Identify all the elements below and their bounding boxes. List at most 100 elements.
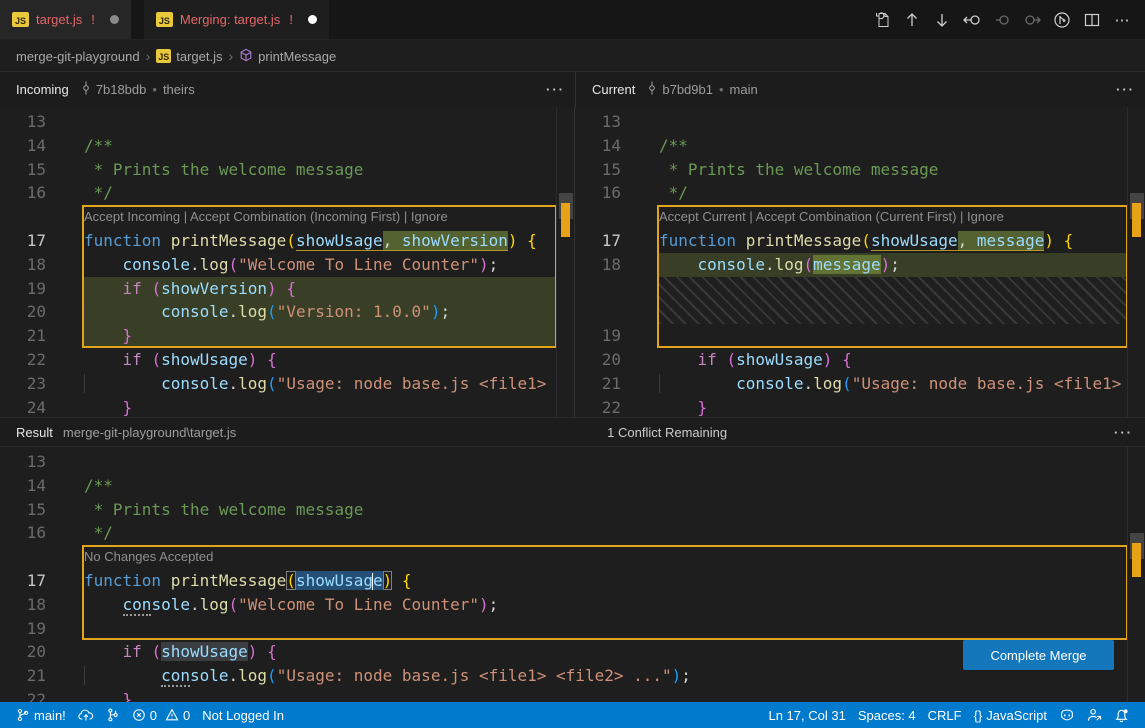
cloud-upload-icon: [78, 708, 94, 722]
split-editor-icon[interactable]: [1079, 7, 1105, 33]
problems-item[interactable]: 0 0: [126, 702, 196, 728]
next-change-icon[interactable]: [1019, 7, 1045, 33]
conflict-marker[interactable]: [1132, 543, 1141, 577]
accounts-item[interactable]: [1081, 708, 1108, 722]
editor-toolbar: ⋯: [869, 0, 1145, 39]
tab-problem-flag: !: [91, 12, 95, 27]
language-mode-item[interactable]: {} JavaScript: [968, 708, 1053, 723]
line-number: 15: [0, 498, 84, 522]
code-line: 14/**: [575, 134, 1145, 158]
conflict-count: 1 Conflict Remaining: [607, 425, 727, 440]
code-line: 23 console.log("Usage: node base.js <fil…: [0, 372, 574, 396]
line-number: 21: [0, 664, 84, 688]
javascript-file-icon: JS: [12, 12, 29, 27]
current-ref: main: [730, 82, 758, 97]
complete-merge-button[interactable]: Complete Merge: [963, 640, 1114, 670]
git-graph-icon: [106, 708, 120, 722]
more-actions-icon[interactable]: ···: [546, 82, 565, 97]
eol-item[interactable]: CRLF: [922, 708, 968, 723]
current-editor[interactable]: 1314/**15 * Prints the welcome message16…: [575, 107, 1145, 417]
overview-ruler[interactable]: [1127, 447, 1145, 702]
line-number: 14: [0, 134, 84, 158]
code-line: 16 */: [0, 181, 574, 205]
cursor-position-item[interactable]: Ln 17, Col 31: [762, 708, 851, 723]
line-number: [0, 545, 84, 569]
git-branch-icon: [16, 708, 30, 722]
line-number: 14: [0, 474, 84, 498]
arrow-down-icon[interactable]: [929, 7, 955, 33]
code-line: 22 }: [0, 688, 1145, 702]
modified-dot-icon[interactable]: [110, 15, 119, 24]
current-header: Current b7bd9b1 • main ···: [575, 72, 1145, 107]
line-number: 19: [0, 277, 84, 301]
copilot-item[interactable]: [1053, 708, 1081, 722]
symbol-method-icon: [239, 48, 253, 65]
source-control-graph-item[interactable]: [100, 702, 126, 728]
current-title: Current: [592, 82, 635, 97]
line-number: 17: [0, 229, 84, 253]
indentation-item[interactable]: Spaces: 4: [852, 708, 922, 723]
line-number: 14: [575, 134, 659, 158]
merge-base-icon[interactable]: [1049, 7, 1075, 33]
warning-icon: [165, 708, 179, 722]
code-line: 17function printMessage(showUsage) {: [0, 569, 1145, 593]
line-number: 15: [0, 158, 84, 182]
open-file-icon[interactable]: [869, 7, 895, 33]
git-branch-item[interactable]: main!: [10, 702, 72, 728]
more-actions-icon[interactable]: ⋯: [1109, 7, 1135, 33]
tab-bar: JS target.js ! JS Merging: target.js !: [0, 0, 1145, 40]
code-line: 16 */: [0, 521, 1145, 545]
code-line: 15 * Prints the welcome message: [575, 158, 1145, 182]
line-number: 24: [0, 396, 84, 417]
code-line: 13: [0, 110, 574, 134]
tab-target-js[interactable]: JS target.js !: [0, 0, 131, 39]
conflict-marker[interactable]: [561, 203, 570, 237]
code-line: 14/**: [0, 134, 574, 158]
line-number: 20: [575, 348, 659, 372]
person-feedback-icon: [1087, 708, 1102, 722]
more-actions-icon[interactable]: ···: [1114, 425, 1133, 440]
breadcrumb-folder[interactable]: merge-git-playground: [16, 49, 140, 64]
code-line: 21 console.log("Usage: node base.js <fil…: [575, 372, 1145, 396]
incoming-editor[interactable]: 1314/**15 * Prints the welcome message16…: [0, 107, 575, 417]
login-status-item[interactable]: Not Logged In: [196, 702, 290, 728]
merge-actions-codelens[interactable]: Accept Incoming | Accept Combination (In…: [0, 205, 574, 229]
overview-ruler[interactable]: [1127, 107, 1145, 417]
code-line: 22 if (showUsage) {: [0, 348, 574, 372]
vscode-merge-editor-window: JS target.js ! JS Merging: target.js !: [0, 0, 1145, 728]
arrow-up-icon[interactable]: [899, 7, 925, 33]
code-line: 20 if (showUsage) {: [575, 348, 1145, 372]
code-line: 19: [575, 324, 1145, 348]
line-number: 22: [575, 396, 659, 417]
overview-ruler[interactable]: [556, 107, 574, 417]
conflict-marker[interactable]: [1132, 203, 1141, 237]
code-line: 20 console.log("Version: 1.0.0");: [0, 300, 574, 324]
previous-conflict-icon[interactable]: [959, 7, 985, 33]
code-line: 15 * Prints the welcome message: [0, 498, 1145, 522]
result-header: Result merge-git-playground\target.js 1 …: [0, 417, 1145, 447]
merge-pane-headers: Incoming 7b18bdb • theirs ··· Current b7…: [0, 71, 1145, 107]
publish-changes-item[interactable]: [72, 702, 100, 728]
line-number: 21: [0, 324, 84, 348]
commit-info: 7b18bdb: [79, 81, 147, 98]
tab-label: Merging: target.js: [180, 12, 280, 27]
result-title: Result: [16, 425, 53, 440]
line-number: 17: [575, 229, 659, 253]
chevron-right-icon: ›: [146, 48, 151, 64]
notifications-item[interactable]: [1108, 708, 1135, 723]
previous-change-icon[interactable]: [989, 7, 1015, 33]
line-number: 21: [575, 372, 659, 396]
modified-dot-icon[interactable]: [308, 15, 317, 24]
breadcrumb-file[interactable]: JS target.js: [156, 49, 222, 64]
line-number: 16: [0, 181, 84, 205]
merge-actions-codelens[interactable]: No Changes Accepted: [0, 545, 1145, 569]
breadcrumb: merge-git-playground › JS target.js › pr…: [0, 41, 1145, 71]
incoming-title: Incoming: [16, 82, 69, 97]
code-line: 19: [0, 617, 1145, 641]
tab-merging-target-js[interactable]: JS Merging: target.js !: [144, 0, 329, 39]
merge-actions-codelens[interactable]: Accept Current | Accept Combination (Cur…: [575, 205, 1145, 229]
more-actions-icon[interactable]: ···: [1116, 82, 1135, 97]
incoming-ref: theirs: [163, 82, 195, 97]
breadcrumb-symbol[interactable]: printMessage: [239, 48, 336, 65]
code-line: 21 }: [0, 324, 574, 348]
